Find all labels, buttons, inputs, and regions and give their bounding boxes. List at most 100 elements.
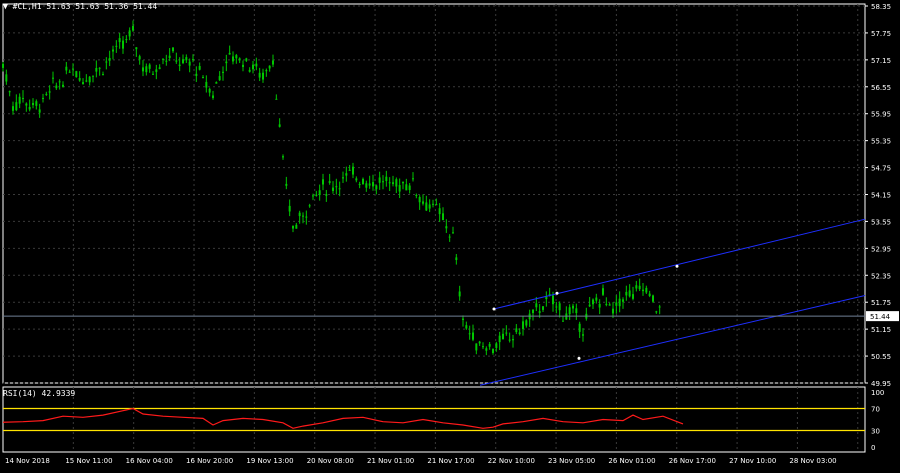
channel-anchor-point	[577, 356, 581, 360]
candle-body	[428, 204, 431, 209]
candle-body	[262, 72, 264, 80]
candle-body	[558, 303, 561, 311]
candle-body	[555, 306, 558, 308]
candle-body	[12, 106, 14, 111]
candle-body	[338, 188, 341, 190]
candle-body	[442, 213, 444, 221]
candle-body	[78, 77, 81, 81]
candle-body	[455, 257, 458, 261]
price-tick-label: 58.35	[871, 3, 891, 11]
candle-body	[652, 295, 654, 302]
candle-body	[645, 287, 648, 293]
candle-body	[55, 85, 58, 89]
candle-body	[245, 58, 248, 61]
candle-body	[238, 58, 241, 61]
candle-body	[48, 91, 51, 93]
candle-body	[592, 299, 594, 305]
candle-body	[252, 64, 254, 70]
candle-body	[365, 183, 368, 188]
candle-body	[415, 194, 418, 196]
channel-anchor-point	[675, 264, 679, 268]
candle-body	[65, 66, 68, 71]
candle-body	[655, 311, 658, 313]
down-triangle-icon: ▼	[3, 2, 8, 11]
candle-body	[325, 194, 328, 196]
candle-body	[168, 55, 171, 58]
candle-body	[388, 182, 391, 184]
candle-body	[512, 339, 514, 341]
channel-anchor-point	[555, 291, 559, 295]
candle-body	[248, 69, 251, 72]
candle-body	[658, 306, 661, 308]
candle-body	[625, 291, 628, 296]
candle-body	[302, 215, 304, 217]
candle-body	[568, 307, 571, 315]
candle-body	[122, 40, 124, 49]
candle-body	[498, 335, 501, 343]
candle-body	[18, 96, 21, 104]
candle-body	[142, 67, 144, 72]
candle-body	[192, 59, 194, 61]
candle-body	[92, 75, 94, 77]
candle-body	[495, 343, 498, 348]
price-tick-label: 51.15	[871, 326, 891, 334]
candle-body	[508, 339, 511, 341]
candle-body	[505, 332, 508, 334]
price-tick-label: 49.95	[871, 380, 891, 388]
candle-body	[255, 63, 258, 67]
candle-body	[588, 304, 591, 307]
candle-body	[358, 184, 361, 186]
trend-channel	[479, 218, 866, 386]
price-tick-label: 53.55	[871, 218, 891, 226]
candle-body	[268, 65, 271, 69]
candle-body	[328, 181, 331, 183]
candle-body	[112, 49, 114, 52]
candle-body	[582, 334, 584, 336]
candle-body	[632, 294, 634, 299]
chart-window[interactable]: 58.35 57.75 57.15 56.55 55.95 55.35 54.75 54.15…	[0, 0, 900, 469]
price-tick-label: 50.55	[871, 353, 891, 361]
candle-body	[552, 295, 554, 305]
candle-body	[95, 67, 98, 72]
candle-body	[635, 285, 638, 289]
candle-body	[488, 343, 491, 347]
candle-body	[385, 176, 388, 181]
ohlc-readout: 51.63 51.63 51.36 51.44	[46, 2, 158, 11]
candle-body	[368, 183, 371, 186]
price-chart[interactable]: 58.35 57.75 57.15 56.55 55.95 55.35 54.75 54.15…	[0, 0, 900, 469]
candle-body	[295, 224, 298, 229]
candle-body	[478, 341, 481, 344]
candle-body	[492, 348, 494, 354]
candle-body	[595, 297, 598, 301]
candle-body	[102, 74, 104, 76]
rsi-tick-label: 70	[871, 406, 880, 414]
rsi-tick-label: 30	[871, 428, 880, 436]
rsi-panel	[2, 407, 865, 432]
candle-body	[522, 321, 524, 329]
candle-body	[472, 332, 474, 340]
candle-body	[628, 290, 631, 297]
candle-body	[85, 80, 88, 82]
candle-body	[312, 195, 314, 197]
candle-body	[222, 71, 224, 73]
candle-body	[378, 177, 381, 183]
candle-body	[538, 311, 541, 313]
candle-body	[542, 306, 544, 310]
main-frame	[2, 3, 866, 384]
candle-body	[535, 303, 538, 308]
candle-body	[172, 47, 174, 52]
candle-body	[532, 309, 534, 314]
candle-body	[218, 76, 221, 81]
candle-body	[232, 56, 234, 62]
candle-body	[32, 102, 34, 106]
candle-body	[108, 58, 111, 61]
candle-body	[178, 64, 181, 67]
candle-body	[208, 88, 211, 93]
candle-body	[382, 181, 384, 183]
candle-body	[62, 84, 64, 87]
rsi-tick-label: 100	[871, 389, 884, 397]
time-tick-label: 21 Nov 17:00	[427, 457, 474, 465]
candle-body	[52, 77, 54, 79]
candle-body	[118, 38, 121, 43]
candle-body	[482, 346, 484, 348]
